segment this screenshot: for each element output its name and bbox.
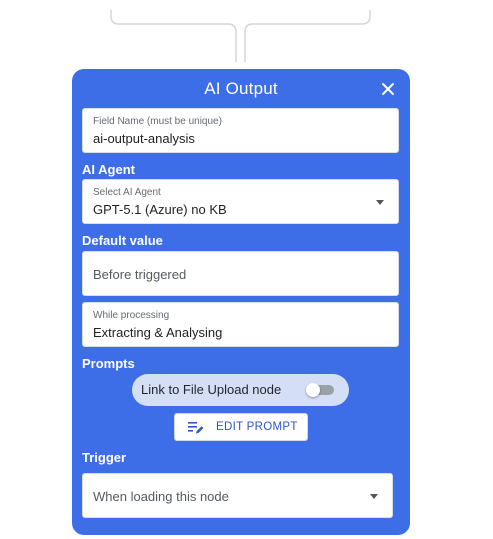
while-processing-label: While processing [93,310,170,321]
while-processing-value: Extracting & Analysing [93,325,223,340]
panel-title: AI Output [204,79,278,98]
edit-prompt-button[interactable]: EDIT PROMPT [174,413,308,441]
close-icon [382,83,394,95]
ai-agent-selected-value: GPT-5.1 (Azure) no KB [93,202,227,217]
trigger-selected-value: When loading this node [93,489,229,504]
field-name-value: ai-output-analysis [93,131,195,146]
link-file-upload-switch[interactable] [306,383,334,397]
before-triggered-placeholder: Before triggered [93,267,187,282]
link-file-upload-label: Link to File Upload node [141,382,282,397]
field-name-label: Field Name (must be unique) [93,116,222,127]
ai-agent-select-label: Select AI Agent [93,187,161,198]
prompts-heading: Prompts [82,356,135,371]
while-processing-input[interactable]: While processing Extracting & Analysing [82,302,399,347]
edit-prompt-label: EDIT PROMPT [216,421,298,433]
field-name-input[interactable]: Field Name (must be unique) ai-output-an… [82,108,399,153]
before-triggered-input[interactable]: Before triggered [82,251,399,296]
link-file-upload-toggle-row[interactable]: Link to File Upload node [132,374,349,406]
close-button[interactable] [381,82,395,96]
trigger-select[interactable]: When loading this node [82,473,393,518]
switch-knob [306,383,320,397]
ai-agent-select[interactable]: Select AI Agent GPT-5.1 (Azure) no KB [82,179,399,224]
default-value-heading: Default value [82,233,163,248]
ai-output-panel: AI Output Field Name (must be unique) ai… [72,69,410,535]
chevron-down-icon [376,199,384,205]
chevron-down-icon [370,493,378,499]
ai-agent-heading: AI Agent [82,162,135,177]
node-connector-lines [110,10,371,62]
canvas: AI Output Field Name (must be unique) ai… [0,0,493,539]
edit-note-icon [188,422,204,434]
trigger-heading: Trigger [82,450,127,465]
